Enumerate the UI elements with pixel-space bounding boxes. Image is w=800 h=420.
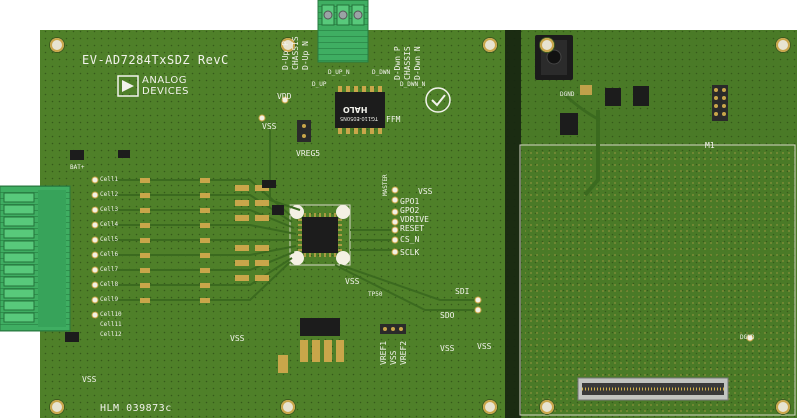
label-vss-right: VSS [418,187,433,196]
label-vss-vref: VSS [389,350,398,365]
label-sclk: SCLK [400,248,420,257]
mounting-hole [540,400,554,414]
board-title: EV-AD7284TxSDZ RevC [82,53,229,67]
label-master: MASTER [382,174,389,196]
channel-label: Cell8 [100,281,119,288]
assembly-number: HLM 039873c [100,403,172,414]
label-cs-n: CS_N [400,235,420,244]
channel-label: Cell1 [100,176,119,183]
label-vdrive: VDRIVE [400,215,429,224]
mounting-hole [776,400,790,414]
label-ffm: FFM [386,115,401,124]
channel-label: Cell2 [100,191,119,198]
transformer-label-1: HALO [343,105,368,114]
connector-dup-n: D-Up N [301,41,310,70]
label-d-up-n: D_UP_N [328,69,350,76]
pin-header-right [712,85,728,121]
vref-header [380,324,406,334]
label-gpo1: GPO1 [400,197,420,206]
channel-label: Cell4 [100,221,119,228]
label-vss-bottom-mid: VSS [440,344,455,353]
label-tp50: TP50 [368,291,383,298]
label-sdi: SDI [455,287,470,296]
label-vss-bottom-left: VSS [230,334,245,343]
label-gpo2: GPO2 [400,206,420,215]
channel-label: Cell11 [100,321,122,328]
label-vref1: VREF1 [379,340,388,365]
transformer-label-2: TG110-E050N5 [340,115,378,121]
label-vss-corner: VSS [82,375,97,384]
label-reset: RESET [400,224,425,233]
label-vss-top: VSS [262,122,277,131]
mounting-hole [483,400,497,414]
vreg5-header [297,120,311,142]
label-vss-bottom-right: VSS [477,342,492,351]
connector-chassis-right: CHASSIS [403,46,412,80]
label-vdd: VDD [277,92,292,101]
connector-ddwn-n: D-Dwn N [413,46,422,80]
module-label: M1 [705,141,715,150]
label-vreg5: VREG5 [296,149,321,158]
connector-dup-p: D-Up P [281,41,290,70]
mounting-hole [50,400,64,414]
channel-label: Cell5 [100,236,119,243]
brand-line2: DEVICES [142,86,189,97]
connector-ddwn-p: D-Dwn P [393,46,402,80]
label-d-dwn-n: D_DWN_N [400,81,426,88]
label-dgnd-top: DGND [560,91,575,98]
label-dgnd-bottom: DGND [740,334,755,341]
mounting-hole [281,400,295,414]
label-d-dwn: D_DWN [372,69,391,76]
mounting-hole [483,38,497,52]
label-vss-mid: VSS [345,277,360,286]
main-adc-chip [302,217,338,253]
channel-label: Cell6 [100,251,119,258]
mounting-hole [50,38,64,52]
brand-line1: ANALOG [142,75,187,86]
channel-label: Cell3 [100,206,119,213]
mounting-hole [540,38,554,52]
label-vref2: VREF2 [399,340,408,365]
channel-label: Cell10 [100,311,122,318]
channel-label: Cell12 [100,331,122,338]
label-sdo: SDO [440,311,455,320]
channel-label: Cell7 [100,266,119,273]
label-bat: BAT+ [70,164,85,171]
connector-chassis-left: CHASSIS [291,36,300,70]
pcb-photo: EV-AD7284TxSDZ RevC ANALOG DEVICES HLM 0… [0,0,800,420]
label-d-up: D_UP [312,81,327,88]
mounting-hole [776,38,790,52]
channel-label: Cell9 [100,296,119,303]
